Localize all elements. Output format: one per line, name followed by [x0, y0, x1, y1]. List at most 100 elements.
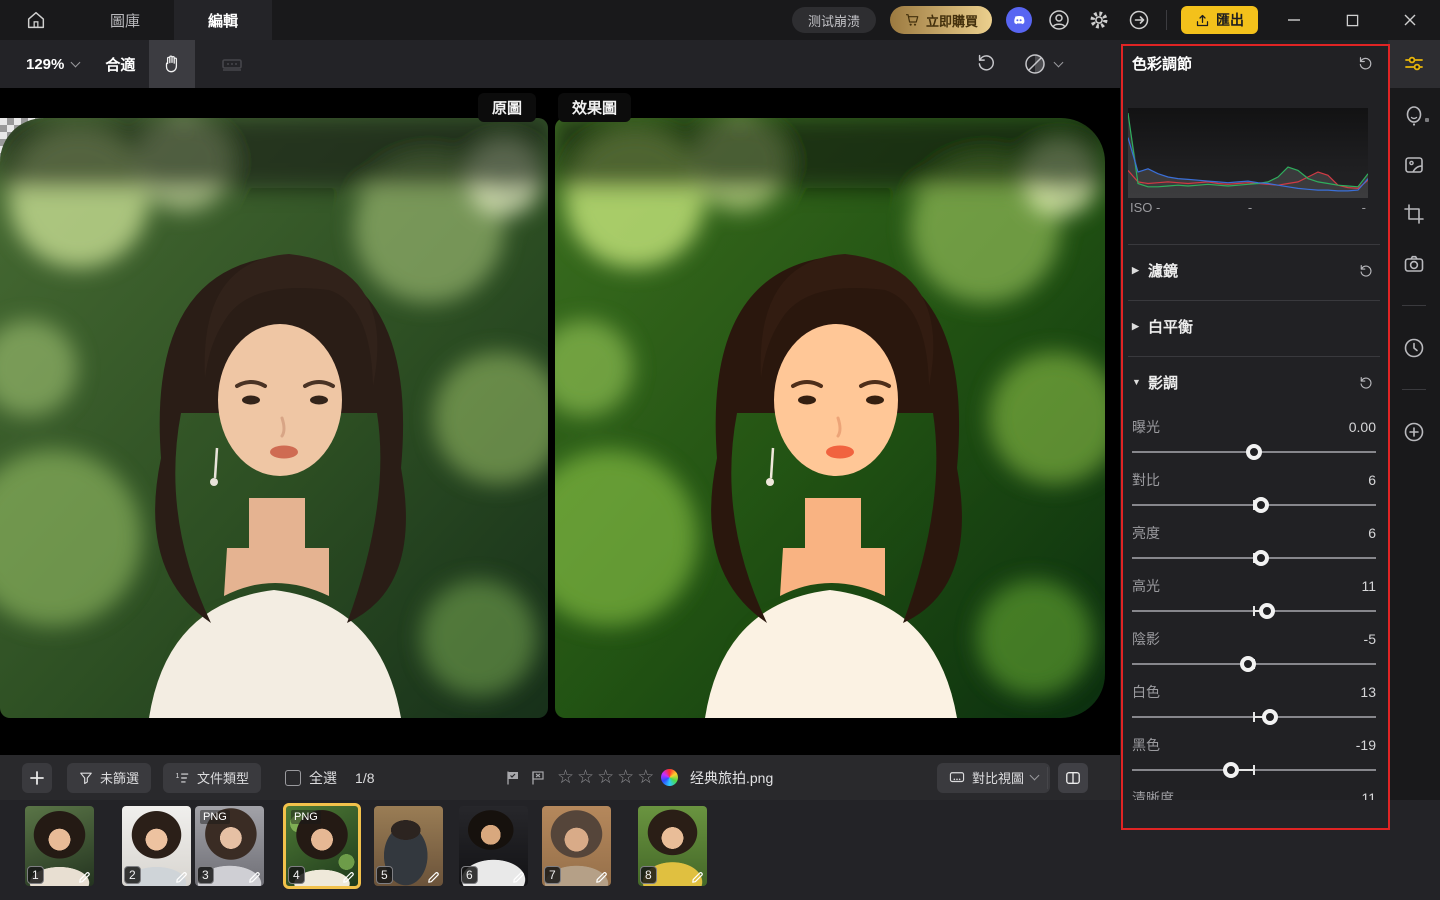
reset-tone-icon[interactable] [1357, 374, 1374, 391]
section-white-balance[interactable]: ▶ 白平衡 [1120, 304, 1388, 348]
portrait-retouch-button[interactable] [1388, 92, 1440, 140]
adjustments-tool-button[interactable] [1388, 40, 1440, 88]
titlebar: 圖庫 編輯 测试崩溃 立即購買 匯出 [0, 0, 1440, 40]
slider-handle[interactable] [1222, 762, 1239, 778]
slider-handle[interactable] [1246, 444, 1262, 460]
slider-handle[interactable] [1253, 550, 1270, 566]
crop-icon [1404, 204, 1424, 224]
slider-label: 白色 [1132, 684, 1160, 700]
settings-button[interactable] [1086, 7, 1112, 33]
thumbnail-3[interactable]: PNG 3 [195, 806, 264, 886]
edited-pen-icon [513, 872, 524, 883]
thumbnail-2[interactable]: 2 [122, 806, 191, 886]
unfiltered-label: 未篩選 [100, 771, 140, 786]
reset-all-icon[interactable] [1356, 54, 1374, 72]
collapse-arrow-icon: ▶ [1132, 320, 1139, 331]
logout-button[interactable] [1126, 7, 1152, 33]
export-button[interactable]: 匯出 [1181, 6, 1258, 34]
star-icon[interactable]: ☆ [637, 768, 654, 787]
thumbnail-5[interactable]: 5 [374, 806, 443, 886]
hand-tool-button[interactable] [149, 40, 196, 88]
slider-track[interactable] [1132, 497, 1376, 513]
slider-7: 黑色 -19 [1120, 728, 1388, 781]
minimize-button[interactable] [1272, 0, 1316, 40]
slider-track[interactable] [1132, 656, 1376, 672]
reset-filter-icon[interactable] [1357, 262, 1374, 279]
history-button[interactable] [1388, 324, 1440, 372]
slider-track[interactable] [1132, 762, 1376, 778]
toolbar-right [975, 40, 1064, 88]
section-filter-label: 濾鏡 [1148, 262, 1179, 280]
section-tone-label: 影調 [1148, 374, 1179, 392]
slider-handle[interactable] [1261, 709, 1278, 725]
add-tool-button[interactable] [1388, 408, 1440, 456]
star-icon[interactable]: ☆ [617, 768, 634, 787]
slider-track[interactable] [1132, 603, 1376, 619]
filmstrip-tool-button[interactable] [209, 40, 255, 88]
slider-label: 高光 [1132, 578, 1160, 594]
test-crash-button[interactable]: 测试崩溃 [791, 7, 876, 33]
effect-image[interactable] [555, 118, 1105, 718]
color-label-wheel[interactable] [661, 769, 678, 786]
funnel-icon [80, 772, 92, 784]
slider-track[interactable] [1132, 550, 1376, 566]
slider-track[interactable] [1132, 444, 1376, 460]
thumbnail-8[interactable]: 8 [638, 806, 707, 886]
undo-button[interactable] [975, 51, 997, 78]
tab-edit[interactable]: 編輯 [174, 0, 273, 40]
monitor-icon [949, 771, 965, 782]
slider-5: 陰影 -5 [1120, 622, 1388, 675]
hand-icon [166, 55, 178, 73]
tab-gallery[interactable]: 圖庫 [76, 0, 174, 40]
section-tone[interactable]: ▼ 影調 [1120, 360, 1388, 404]
thumbnail-6[interactable]: 6 [459, 806, 528, 886]
section-filter[interactable]: ▶ 濾鏡 [1120, 248, 1388, 292]
slider-handle[interactable] [1259, 603, 1276, 619]
slider-2: 對比 6 [1120, 463, 1388, 516]
star-icon[interactable]: ☆ [577, 768, 594, 787]
chevron-down-icon [1029, 770, 1040, 781]
account-button[interactable] [1046, 7, 1072, 33]
canvas: 原圖 效果圖 [0, 88, 1120, 755]
aperture-value: - [1247, 200, 1253, 215]
select-all-checkbox[interactable] [285, 769, 302, 786]
camera-tool-button[interactable] [1388, 240, 1440, 288]
fit-button[interactable]: 合適 [105, 54, 135, 75]
test-crash-label: 测试崩溃 [807, 13, 860, 29]
thumbnail-7[interactable]: 7 [542, 806, 611, 886]
buy-now-button[interactable]: 立即購買 [889, 6, 992, 34]
split-view-button[interactable] [1058, 762, 1088, 793]
slider-handle[interactable] [1253, 497, 1270, 513]
flag-reject-icon[interactable] [530, 770, 546, 786]
compare-mode-dropdown[interactable] [1023, 52, 1064, 76]
chevron-down-icon [1053, 57, 1064, 67]
star-icon[interactable]: ☆ [557, 768, 574, 787]
discord-button[interactable] [1006, 7, 1032, 33]
flag-pick-icon[interactable] [505, 770, 521, 786]
thumbnail-number: 1 [27, 866, 44, 884]
panel-title: 色彩調節 [1132, 55, 1193, 73]
zoom-level-dropdown[interactable]: 129% [26, 56, 81, 73]
maximize-button[interactable] [1330, 0, 1374, 40]
crop-tool-button[interactable] [1388, 190, 1440, 238]
background-tool-button[interactable] [1388, 141, 1440, 189]
slider-4: 高光 11 [1120, 569, 1388, 622]
thumbnail-1[interactable]: 1 [25, 806, 94, 886]
slider-handle[interactable] [1239, 656, 1256, 672]
home-button[interactable] [18, 0, 54, 40]
filter-unfiltered-button[interactable]: 未篩選 [67, 762, 152, 793]
image-icon [1405, 157, 1423, 173]
star-icon[interactable]: ☆ [597, 768, 614, 787]
compare-view-button[interactable]: 對比視圖 [937, 762, 1051, 793]
file-type-label: 文件類型 [197, 771, 250, 786]
close-button[interactable] [1388, 0, 1432, 40]
original-image[interactable] [0, 118, 548, 718]
thumbnail-4[interactable]: PNG 4 [283, 803, 361, 889]
slider-track[interactable] [1132, 709, 1376, 725]
slider-value: 11 [1361, 578, 1376, 594]
thumbnail-number: 6 [461, 866, 478, 884]
minimize-icon [1288, 19, 1300, 21]
sliders-icon [1405, 56, 1423, 71]
add-image-button[interactable] [22, 762, 52, 793]
file-type-sort-button[interactable]: 1 文件類型 [163, 762, 262, 793]
